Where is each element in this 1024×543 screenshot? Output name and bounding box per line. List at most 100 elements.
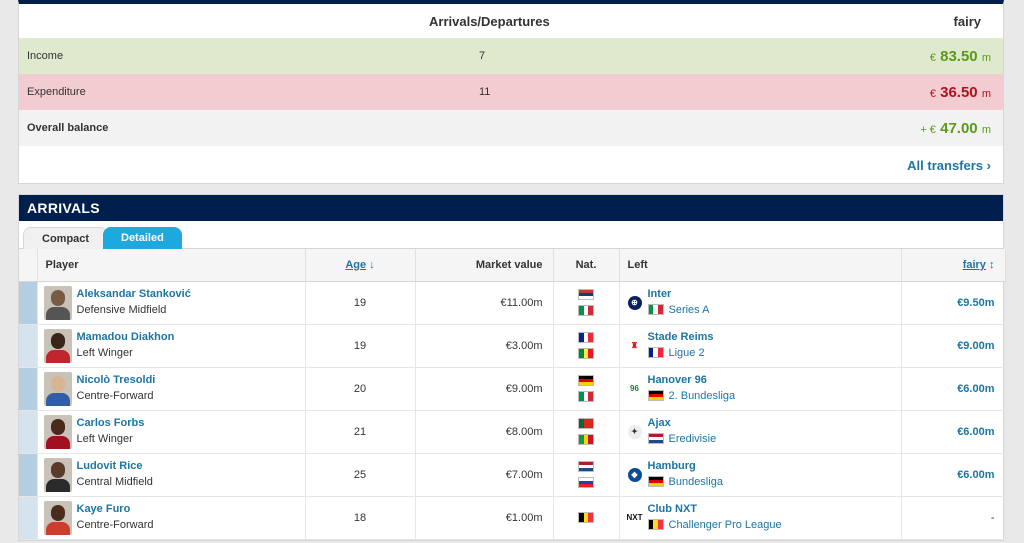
- row-marker: [19, 324, 38, 368]
- table-header-row: Player Age ↓ Market value Nat. Left fair…: [19, 249, 1006, 282]
- income-amount: € 83.50 m: [930, 48, 991, 65]
- tab-compact[interactable]: Compact: [23, 227, 109, 249]
- avatar[interactable]: [43, 500, 72, 535]
- league-flag-icon: [647, 304, 664, 315]
- overall-balance-amount: + € 47.00 m: [920, 120, 991, 137]
- player-position: Centre-Forward: [76, 389, 154, 402]
- league-flag-icon: [647, 476, 664, 487]
- player-age: 19: [305, 281, 416, 325]
- league-link[interactable]: Challenger Pro League: [669, 516, 782, 534]
- club-name-link[interactable]: Hanover 96: [648, 373, 736, 387]
- league-link[interactable]: 2. Bundesliga: [669, 387, 736, 405]
- league-link[interactable]: Bundesliga: [669, 473, 723, 491]
- player-name-link[interactable]: Nicolò Tresoldi: [77, 373, 156, 387]
- left-club-cell: ✦ Ajax Eredivisie: [619, 410, 902, 454]
- header-age[interactable]: Age ↓: [305, 249, 416, 282]
- all-transfers-link[interactable]: All transfers ›: [907, 158, 991, 173]
- header-fee[interactable]: fairy ↕: [901, 249, 1006, 282]
- header-nationality: Nat.: [553, 249, 620, 282]
- left-club-cell: 96 Hanover 96 2. Bundesliga: [619, 367, 902, 411]
- player-cell: Kaye Furo Centre-Forward: [37, 496, 306, 540]
- player-name-link[interactable]: Ludovit Rice: [77, 459, 153, 473]
- player-name-link[interactable]: Aleksandar Stanković: [77, 287, 191, 301]
- club-crest-icon[interactable]: ◆: [627, 467, 642, 482]
- header-player: Player: [37, 249, 306, 282]
- avatar[interactable]: [43, 457, 72, 492]
- header-bar: [19, 249, 38, 282]
- market-value: €11.00m: [415, 281, 554, 325]
- transfer-fee[interactable]: €9.00m: [901, 324, 1006, 368]
- transfer-fee[interactable]: €6.00m: [901, 453, 1006, 497]
- row-marker: [19, 453, 38, 497]
- club-name-link[interactable]: Club NXT: [648, 502, 782, 516]
- club-name-link[interactable]: Ajax: [648, 416, 717, 430]
- player-cell: Mamadou Diakhon Left Winger: [37, 324, 306, 368]
- league-link[interactable]: Series A: [669, 301, 710, 319]
- transfer-fee[interactable]: €9.50m: [901, 281, 1006, 325]
- nationality-flag-icon: [578, 305, 594, 316]
- nationality-flag-icon: [578, 391, 594, 402]
- nationality-cell: [553, 367, 620, 411]
- player-name-link[interactable]: Carlos Forbs: [77, 416, 145, 430]
- header-fee-label: fairy: [962, 258, 986, 271]
- row-marker: [19, 367, 38, 411]
- table-row: Aleksandar Stanković Defensive Midfield …: [19, 281, 1006, 325]
- overall-balance-row: Overall balance + € 47.00 m: [19, 110, 1003, 146]
- overall-balance-label: Overall balance: [27, 122, 109, 134]
- transfer-fee[interactable]: €6.00m: [901, 410, 1006, 454]
- player-name-link[interactable]: Mamadou Diakhon: [77, 330, 175, 344]
- avatar[interactable]: [43, 414, 72, 449]
- arrivals-header: ARRIVALS: [19, 195, 1003, 221]
- table-row: Nicolò Tresoldi Centre-Forward 20 €9.00m…: [19, 367, 1006, 411]
- avatar[interactable]: [43, 328, 72, 363]
- club-crest-icon[interactable]: ♜: [627, 338, 642, 353]
- income-label: Income: [27, 50, 64, 62]
- nationality-flag-icon: [578, 332, 594, 343]
- nationality-flag-icon: [578, 418, 594, 429]
- arrivals-table: Player Age ↓ Market value Nat. Left fair…: [19, 249, 1006, 540]
- expenditure-currency: €: [929, 87, 936, 100]
- avatar[interactable]: [43, 285, 72, 320]
- nationality-flag-icon: [578, 289, 594, 300]
- league-flag-icon: [647, 519, 664, 530]
- sort-icon: ↕: [989, 258, 995, 271]
- club-name-link[interactable]: Inter: [648, 287, 710, 301]
- expenditure-value: 36.50: [940, 83, 978, 101]
- club-crest-icon[interactable]: ✦: [627, 424, 642, 439]
- row-marker: [19, 281, 38, 325]
- tab-detailed[interactable]: Detailed: [103, 227, 182, 249]
- league-link[interactable]: Ligue 2: [669, 344, 705, 362]
- table-row: Ludovit Rice Central Midfield 25 €7.00m …: [19, 453, 1006, 497]
- transfer-fee: -: [901, 496, 1006, 540]
- market-value: €3.00m: [415, 324, 554, 368]
- view-tabs: Compact Detailed: [19, 221, 1003, 249]
- club-crest-icon[interactable]: NXT: [627, 510, 643, 525]
- club-name-link[interactable]: Hamburg: [648, 459, 723, 473]
- club-crest-icon[interactable]: ⊕: [627, 295, 642, 310]
- row-marker: [19, 410, 38, 454]
- chevron-right-icon: ›: [986, 158, 991, 173]
- avatar[interactable]: [43, 371, 72, 406]
- summary-header: Arrivals/Departures fairy: [19, 4, 1003, 38]
- nationality-cell: [553, 453, 620, 497]
- transfer-summary-box: Arrivals/Departures fairy Income 7 € 83.…: [18, 0, 1004, 184]
- left-club-cell: ♜ Stade Reims Ligue 2: [619, 324, 902, 368]
- league-flag-icon: [647, 347, 664, 358]
- header-age-label: Age: [345, 258, 367, 271]
- transfer-fee[interactable]: €6.00m: [901, 367, 1006, 411]
- club-name-link[interactable]: Stade Reims: [648, 330, 714, 344]
- player-cell: Ludovit Rice Central Midfield: [37, 453, 306, 497]
- player-position: Defensive Midfield: [76, 303, 167, 316]
- summary-fee-label: fairy: [953, 14, 981, 29]
- player-cell: Aleksandar Stanković Defensive Midfield: [37, 281, 306, 325]
- market-value: €7.00m: [415, 453, 554, 497]
- table-row: Mamadou Diakhon Left Winger 19 €3.00m ♜ …: [19, 324, 1006, 368]
- player-name-link[interactable]: Kaye Furo: [77, 502, 154, 516]
- expenditure-label: Expenditure: [27, 86, 86, 98]
- sort-down-icon: ↓: [369, 258, 375, 271]
- player-cell: Nicolò Tresoldi Centre-Forward: [37, 367, 306, 411]
- league-link[interactable]: Eredivisie: [669, 430, 717, 448]
- player-position: Central Midfield: [76, 475, 153, 488]
- club-crest-icon[interactable]: 96: [627, 381, 642, 396]
- player-position: Left Winger: [76, 346, 133, 359]
